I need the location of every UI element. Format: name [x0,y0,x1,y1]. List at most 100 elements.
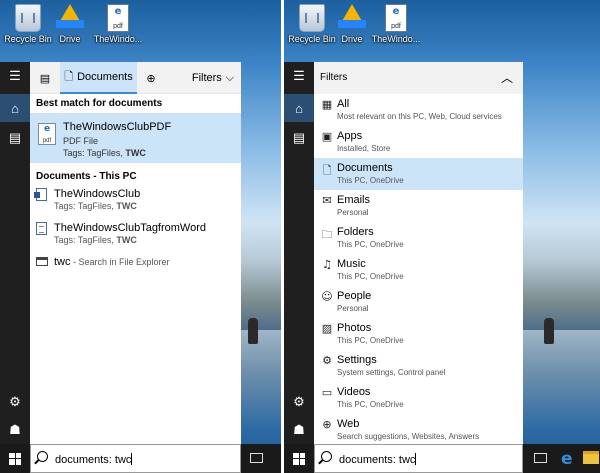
desktop-icon-pdf[interactable]: e pdf TheWindo... [368,4,424,44]
explorer-search-text: twc - Search in File Explorer [54,256,170,268]
file-explorer-icon[interactable] [583,451,599,464]
text-caret [131,453,133,465]
edge-logo-glyph: e [114,6,122,17]
documents-scope-button[interactable]: 🗋 Documents [60,62,137,94]
tags-bold: TWC [116,235,137,245]
tags-prefix: Tags: TagFiles, [63,148,126,158]
filter-settings[interactable]: ⚙ Settings System settings, Control panel [314,350,523,382]
filter-title: Emails [337,194,371,206]
list-item[interactable]: TheWindowsClub Tags: TagFiles, TWC [30,186,241,220]
filter-title: Settings [337,354,377,366]
settings-gear-icon[interactable]: ⚙ [0,388,30,416]
explorer-search-term: twc [54,256,71,268]
settings-gear-icon[interactable]: ⚙ [284,388,314,416]
filter-subtitle: This PC, OneDrive [337,240,404,249]
chevron-down-icon: ⌵ [225,71,235,84]
best-match-result[interactable]: e pdf TheWindowsClubPDF PDF File Tags: T… [30,113,241,163]
filter-music[interactable]: ♫ Music This PC, OneDrive [314,254,523,286]
feedback-icon[interactable]: ☗ [284,416,314,444]
wallpaper-runner [544,318,554,344]
file-explorer-icon [36,257,48,266]
filter-folders[interactable]: 🗀 Folders This PC, OneDrive [314,222,523,254]
search-input[interactable]: documents: twc [339,453,417,466]
filter-title: Music [337,258,366,270]
home-icon[interactable]: ⌂ [0,94,30,122]
task-view-icon[interactable] [534,453,547,463]
globe-icon: ⊕ [146,72,156,85]
task-view-icon[interactable] [250,453,263,463]
people-icon: ☺ [321,290,333,303]
filter-subtitle: This PC, OneDrive [337,400,404,409]
edge-browser-icon[interactable]: e [561,449,573,469]
pdf-tag: pdf [113,23,123,30]
start-button[interactable] [0,444,30,473]
all-scope-button[interactable]: ▤ [30,62,60,94]
list-item[interactable]: TheWindowsClubTagfromWord Tags: TagFiles… [30,220,241,254]
chevron-up-icon: ︿ [500,71,513,85]
folder-icon: 🗀 [321,228,333,241]
filter-documents[interactable]: 🗋 Documents This PC, OneDrive [314,158,523,190]
result-title: TheWindowsClubTagfromWord [54,222,207,234]
filters-label: Filters [191,72,222,84]
filter-title: Videos [337,386,371,398]
filter-people[interactable]: ☺ People Personal [314,286,523,318]
word-document-icon [34,188,47,201]
filters-panel: Filters ︿ ▦ All Most relevant on this PC, … [314,62,523,444]
filter-subtitle: This PC, OneDrive [337,272,404,281]
filter-apps[interactable]: ▣ Apps Installed, Store [314,126,523,158]
search-icon [321,451,332,462]
filter-list: ▦ All Most relevant on this PC, Web, Cloud… [314,94,523,446]
google-drive-icon [338,4,366,28]
filter-emails[interactable]: ✉ Emails Personal [314,190,523,222]
hamburger-menu-icon[interactable]: ☰ [0,62,30,90]
recycle-bin-icon [15,4,41,32]
filter-title: Apps [337,130,363,142]
filter-title: Documents [337,162,393,174]
desktop-icon-label: TheWindo... [93,34,143,44]
globe-icon: ⊕ [322,418,332,431]
gear-icon: ⚙ [322,354,332,367]
left-screenshot: Recycle Bin Drive e pdf TheWindo... ☰ ⌂ … [0,0,281,473]
text-caret [415,453,417,465]
file-explorer-search-item[interactable]: twc - Search in File Explorer [30,254,241,276]
document-icon: 🗋 [64,70,74,83]
all-scope-icon: ▤ [39,72,51,85]
notebook-icon[interactable]: ▤ [284,124,314,152]
taskbar-search-box[interactable]: documents: twc [30,444,241,473]
pdf-file-icon: e pdf [385,4,407,32]
pdf-tag: pdf [391,23,401,30]
desktop-icon-pdf[interactable]: e pdf TheWindo... [90,4,146,44]
filters-button[interactable]: Filters ⌵ [188,62,238,94]
search-scope-bar: ▤ 🗋 Documents ⊕ Filters ⌵ [30,62,241,94]
search-query: documents: twc [55,454,132,466]
filter-subtitle: This PC, OneDrive [337,176,404,185]
home-icon[interactable]: ⌂ [284,94,314,122]
filters-header[interactable]: Filters ︿ [314,62,523,94]
best-match-heading: Best match for documents [36,98,163,109]
edge-logo-glyph: e [392,6,400,17]
desktop-icon-label: TheWindo... [371,34,421,44]
notebook-icon[interactable]: ▤ [0,124,30,152]
search-input[interactable]: documents: twc [55,453,133,466]
filter-subtitle: System settings, Control panel [337,368,446,377]
filter-subtitle: This PC, OneDrive [337,336,404,345]
recycle-bin-icon [299,4,325,32]
result-title: TheWindowsClub [54,188,141,200]
filter-all[interactable]: ▦ All Most relevant on this PC, Web, Cloud… [314,94,523,126]
tags-bold: TWC [116,201,137,211]
hamburger-menu-icon[interactable]: ☰ [284,62,314,90]
start-button[interactable] [284,444,314,473]
web-scope-button[interactable]: ⊕ [137,62,165,94]
right-screenshot: Recycle Bin Drive e pdf TheWindo... ☰ ⌂ … [284,0,600,473]
filter-photos[interactable]: ▨ Photos This PC, OneDrive [314,318,523,350]
documents-section-heading: Documents - This PC [36,171,137,182]
filter-title: People [337,290,372,302]
taskbar-search-box[interactable]: documents: twc [314,444,523,473]
tags-bold: TWC [125,148,146,158]
filter-web[interactable]: ⊕ Web Search suggestions, Websites, Answer… [314,414,523,446]
wallpaper-runner [248,318,258,344]
feedback-icon[interactable]: ☗ [0,416,30,444]
filter-videos[interactable]: ▭ Videos This PC, OneDrive [314,382,523,414]
pdf-file-icon: e pdf [107,4,129,32]
result-tags: Tags: TagFiles, TWC [54,235,137,245]
